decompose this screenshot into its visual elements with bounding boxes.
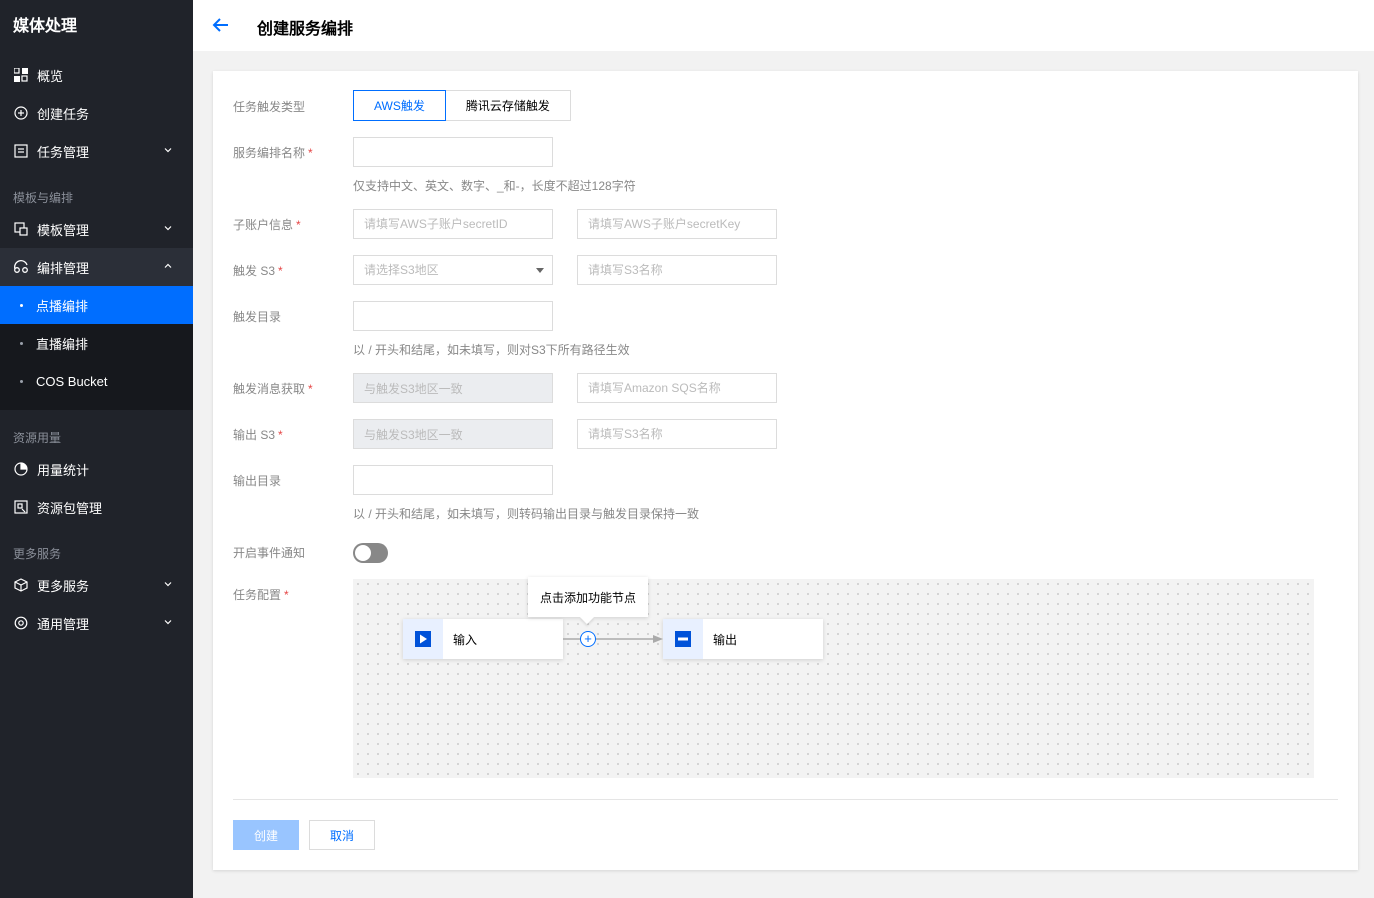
package-icon — [13, 499, 29, 515]
sidebar-sub-item-vod[interactable]: 点播编排 — [0, 286, 193, 324]
form-divider — [233, 799, 1338, 800]
page-header: 创建服务编排 — [193, 0, 1374, 51]
create-button[interactable]: 创建 — [233, 820, 299, 850]
sidebar-sub-label: 点播编排 — [36, 298, 89, 314]
sidebar-sub-label: COS Bucket — [36, 373, 108, 389]
pie-chart-icon — [13, 461, 29, 477]
cancel-button[interactable]: 取消 — [309, 820, 375, 850]
sidebar-item-label: 编排管理 — [37, 260, 90, 276]
trigger-s3-label: 触发 S3 * — [233, 264, 283, 278]
connector-arrow — [563, 638, 655, 640]
chevron-down-icon — [164, 226, 172, 231]
sidebar-item-template-manage[interactable]: 模板管理 — [0, 210, 193, 248]
service-name-label: 服务编排名称 * — [233, 146, 313, 160]
sidebar-item-task-manage[interactable]: 任务管理 — [0, 132, 193, 170]
chevron-down-icon — [164, 148, 172, 153]
output-node-label: 输出 — [713, 632, 738, 647]
form-card: 任务触发类型 AWS触发 腾讯云存储触发 服务编排名称 * 仅支持中文、英文、数字… — [213, 71, 1358, 870]
arrow-head-icon — [653, 635, 663, 643]
bullet-icon — [20, 342, 23, 345]
sidebar-item-more-services[interactable]: 更多服务 — [0, 566, 193, 604]
sidebar-group-templates: 模板与编排 — [13, 191, 74, 205]
sidebar-item-general-manage[interactable]: 通用管理 — [0, 604, 193, 642]
sidebar-sub-label: 直播编排 — [36, 336, 89, 352]
sidebar-sub-item-cos[interactable]: COS Bucket — [0, 362, 193, 400]
output-s3-region-input — [353, 419, 553, 449]
sidebar-item-label: 创建任务 — [37, 106, 90, 122]
sidebar-item-label: 通用管理 — [37, 616, 90, 632]
output-s3-label: 输出 S3 * — [233, 428, 283, 442]
task-config-label: 任务配置 * — [233, 588, 289, 602]
input-node[interactable]: 输入 — [403, 619, 563, 659]
output-dir-hint: 以 / 开头和结尾，如未填写，则转码输出目录与触发目录保持一致 — [353, 507, 700, 521]
cube-icon — [13, 577, 29, 593]
chevron-down-icon — [164, 620, 172, 625]
trigger-dir-label: 触发目录 — [233, 310, 282, 324]
sqs-name-input[interactable] — [577, 373, 777, 403]
trigger-type-cos-button[interactable]: 腾讯云存储触发 — [444, 90, 571, 121]
output-s3-name-input[interactable] — [577, 419, 777, 449]
bullet-icon — [20, 304, 23, 307]
back-arrow-icon[interactable] — [211, 15, 231, 35]
sidebar-item-orchestration-manage[interactable]: 编排管理 — [0, 248, 193, 286]
sub-account-label: 子账户信息 * — [233, 218, 301, 232]
trigger-type-aws-button[interactable]: AWS触发 — [353, 90, 446, 121]
event-notify-toggle[interactable] — [353, 543, 388, 563]
caret-down-icon — [536, 268, 544, 273]
trigger-type-label: 任务触发类型 — [233, 100, 306, 114]
play-icon — [403, 619, 443, 659]
sidebar-title: 媒体处理 — [13, 18, 78, 35]
sidebar-group-more: 更多服务 — [13, 547, 62, 561]
output-dir-input[interactable] — [353, 465, 553, 495]
trigger-dir-input[interactable] — [353, 301, 553, 331]
orchestration-icon — [13, 259, 29, 275]
gear-icon — [13, 615, 29, 631]
service-name-hint: 仅支持中文、英文、数字、_和-，长度不超过128字符 — [353, 179, 636, 193]
template-icon — [13, 221, 29, 237]
sidebar-sub-item-live[interactable]: 直播编排 — [0, 324, 193, 362]
sidebar-item-label: 用量统计 — [37, 462, 90, 478]
trigger-dir-hint: 以 / 开头和结尾，如未填写，则对S3下所有路径生效 — [353, 343, 630, 357]
output-node[interactable]: 输出 — [663, 619, 823, 659]
sidebar-item-label: 资源包管理 — [37, 500, 103, 516]
sidebar-item-usage-stats[interactable]: 用量统计 — [0, 450, 193, 488]
event-notify-label: 开启事件通知 — [233, 546, 306, 560]
sidebar: 媒体处理 概览 创建任务 任务管理 模板与编排 模板管理 编排管理 点播编排 直… — [0, 0, 193, 898]
trigger-s3-name-input[interactable] — [577, 255, 777, 285]
sidebar-item-resource-pack[interactable]: 资源包管理 — [0, 488, 193, 526]
plus-circle-icon — [13, 105, 29, 121]
toggle-knob — [355, 545, 371, 561]
output-dir-label: 输出目录 — [233, 474, 282, 488]
sidebar-item-label: 模板管理 — [37, 222, 90, 238]
grid-icon — [13, 67, 29, 83]
trigger-s3-region-select[interactable]: 请选择S3地区 — [353, 255, 553, 285]
sidebar-item-create-task[interactable]: 创建任务 — [0, 94, 193, 132]
page-title: 创建服务编排 — [257, 21, 354, 38]
add-node-tooltip: 点击添加功能节点 — [528, 577, 648, 617]
service-name-input[interactable] — [353, 137, 553, 167]
chevron-up-icon — [164, 263, 172, 268]
sidebar-item-label: 概览 — [37, 68, 64, 84]
trigger-msg-label: 触发消息获取 * — [233, 382, 313, 396]
select-placeholder: 请选择S3地区 — [364, 263, 439, 277]
input-node-label: 输入 — [453, 632, 478, 647]
bullet-icon — [20, 380, 23, 383]
sidebar-group-resources: 资源用量 — [13, 431, 62, 445]
chevron-down-icon — [164, 582, 172, 587]
add-node-button[interactable]: + — [580, 631, 596, 647]
document-icon — [13, 143, 29, 159]
sidebar-item-label: 任务管理 — [37, 144, 90, 160]
workflow-canvas[interactable]: 输入 + 点击添加功能节点 输出 — [353, 577, 1314, 778]
sidebar-item-label: 更多服务 — [37, 578, 90, 594]
secret-id-input[interactable] — [353, 209, 553, 239]
secret-key-input[interactable] — [577, 209, 777, 239]
trigger-msg-region-input — [353, 373, 553, 403]
sidebar-item-overview[interactable]: 概览 — [0, 56, 193, 94]
trigger-type-segmented: AWS触发 腾讯云存储触发 — [353, 90, 571, 121]
output-icon — [663, 619, 703, 659]
